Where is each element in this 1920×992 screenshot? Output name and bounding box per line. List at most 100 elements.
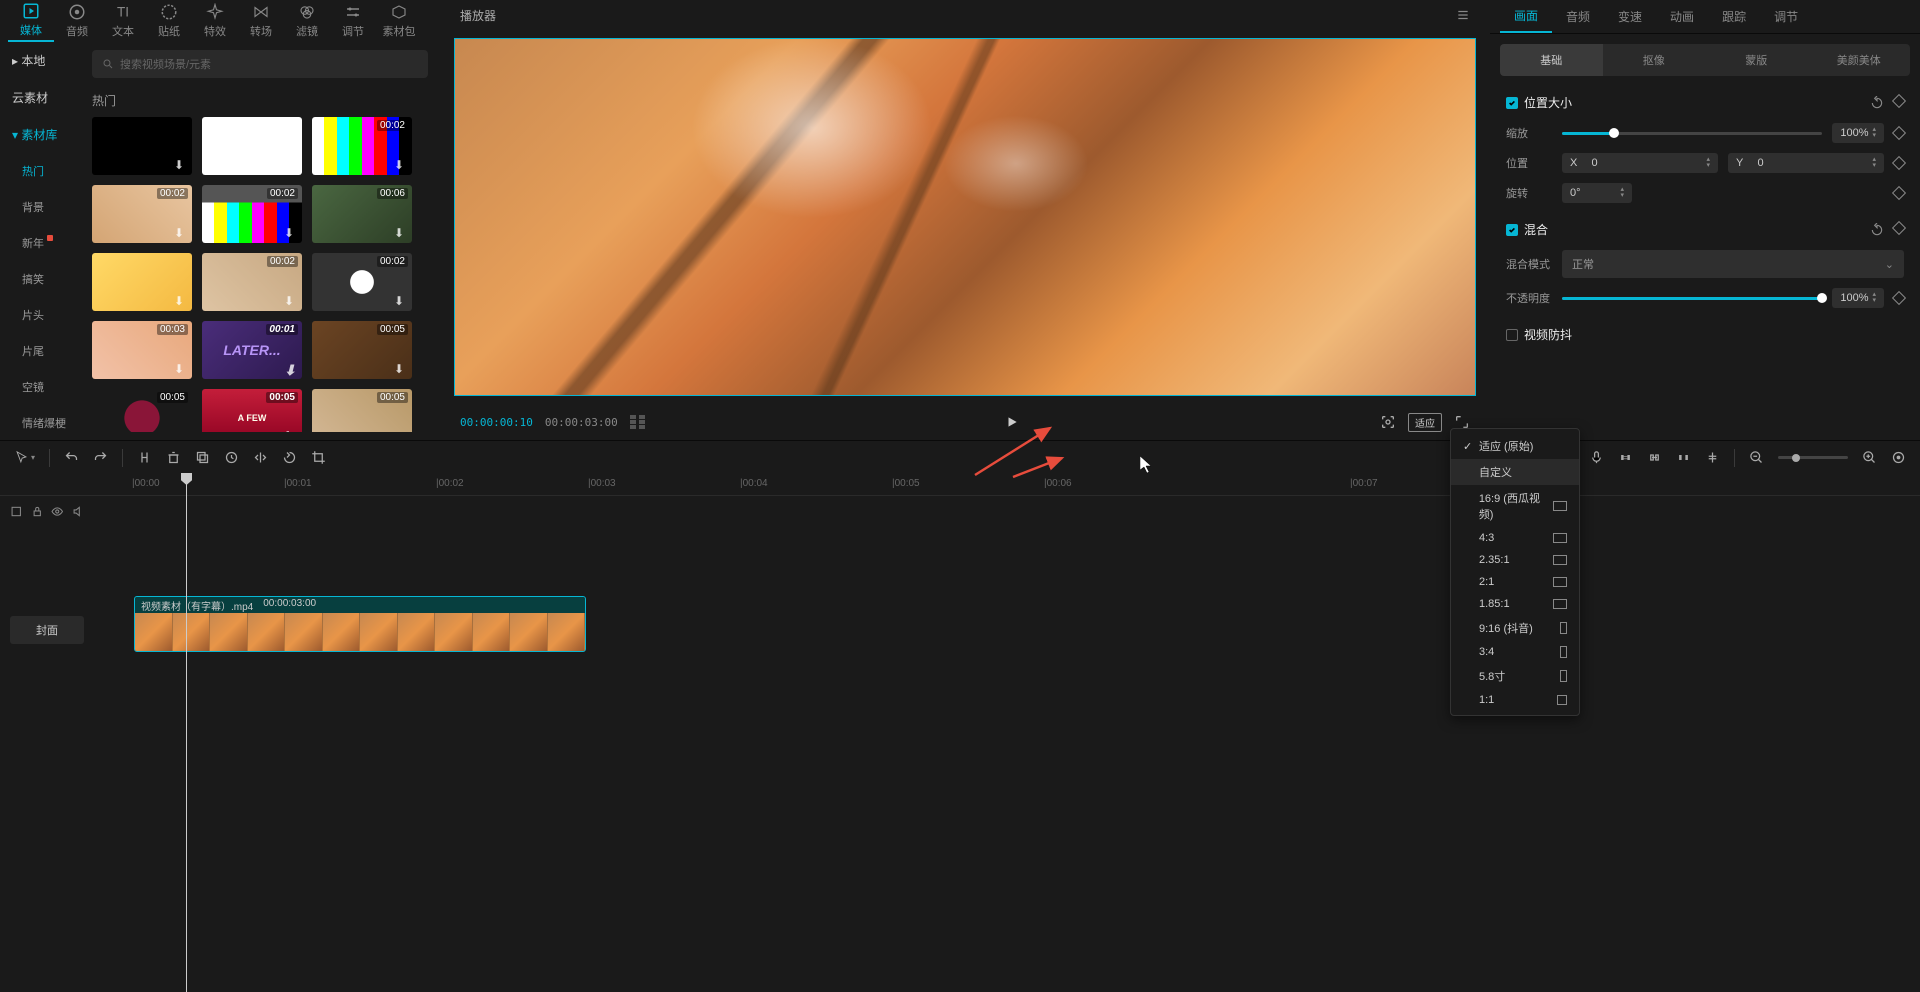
rotate-tool[interactable] xyxy=(282,450,297,465)
reset-icon[interactable] xyxy=(1870,223,1884,237)
blend-mode-select[interactable]: 正常⌄ xyxy=(1562,250,1904,278)
cat-broll[interactable]: 空镜 xyxy=(0,369,80,405)
pos-x-input[interactable]: X 0▴▾ xyxy=(1562,153,1718,173)
opacity-slider[interactable] xyxy=(1562,297,1822,300)
tile-black[interactable]: ⬇ xyxy=(92,117,192,175)
insp-tab-anim[interactable]: 动画 xyxy=(1656,0,1708,33)
cat-meme[interactable]: 情绪爆梗 xyxy=(0,405,80,440)
opacity-input[interactable]: 100%▴▾ xyxy=(1832,288,1884,308)
tile-4[interactable]: 00:02⬇ xyxy=(92,185,192,243)
mirror-tool[interactable] xyxy=(253,450,268,465)
tab-filter[interactable]: 滤镜 xyxy=(284,0,330,42)
playhead[interactable] xyxy=(186,474,187,992)
keyframe-icon[interactable] xyxy=(1892,93,1906,107)
tab-adjust[interactable]: 调节 xyxy=(330,0,376,42)
tab-effect[interactable]: 特效 xyxy=(192,0,238,42)
tile-5[interactable]: 00:02⬇ xyxy=(202,185,302,243)
aspect-fit[interactable]: ✓适应 (原始) xyxy=(1451,433,1579,459)
tile-6[interactable]: 00:06⬇ xyxy=(312,185,412,243)
copy-tool[interactable] xyxy=(195,450,210,465)
insp-tab-track[interactable]: 跟踪 xyxy=(1708,0,1760,33)
download-icon[interactable]: ⬇ xyxy=(174,158,188,172)
zoom-slider[interactable] xyxy=(1778,456,1848,459)
insp-tab-adjust[interactable]: 调节 xyxy=(1760,0,1812,33)
tile-13[interactable]: 00:05⬇ xyxy=(92,389,192,432)
aspect-custom[interactable]: 自定义 xyxy=(1451,459,1579,485)
collapse-icon[interactable] xyxy=(10,505,23,518)
cat-outro[interactable]: 片尾 xyxy=(0,333,80,369)
tab-sticker[interactable]: 贴纸 xyxy=(146,0,192,42)
cat-bg[interactable]: 背景 xyxy=(0,189,80,225)
tile-8[interactable]: 00:02⬇ xyxy=(202,253,302,311)
aspect-4-3[interactable]: 4:3 xyxy=(1451,527,1579,549)
play-button[interactable] xyxy=(657,415,1368,429)
split-tool[interactable] xyxy=(137,450,152,465)
tile-afew[interactable]: A FEW00:05⬇ xyxy=(202,389,302,432)
eye-icon[interactable] xyxy=(51,505,64,518)
delete-tool[interactable] xyxy=(166,450,181,465)
tile-colorbars[interactable]: 00:02⬇ xyxy=(312,117,412,175)
keyframe-icon[interactable] xyxy=(1892,291,1906,305)
align-tool[interactable] xyxy=(1705,450,1720,465)
insp-tab-video[interactable]: 画面 xyxy=(1500,0,1552,33)
crop-tool[interactable] xyxy=(311,450,326,465)
scale-slider[interactable] xyxy=(1562,132,1822,135)
aspect-185-1[interactable]: 1.85:1 xyxy=(1451,593,1579,615)
position-checkbox[interactable] xyxy=(1506,97,1518,109)
cat-hot[interactable]: 热门 xyxy=(0,153,80,189)
keyframe-icon[interactable] xyxy=(1892,156,1906,170)
tab-media[interactable]: 媒体 xyxy=(8,0,54,42)
tab-text[interactable]: TI文本 xyxy=(100,0,146,42)
cat-cloud[interactable]: 云素材 xyxy=(0,79,80,116)
insp-tab-speed[interactable]: 变速 xyxy=(1604,0,1656,33)
magnet-on[interactable] xyxy=(1618,450,1633,465)
aspect-3-4[interactable]: 3:4 xyxy=(1451,641,1579,663)
preview-on[interactable] xyxy=(1676,450,1691,465)
mic-button[interactable] xyxy=(1589,450,1604,465)
undo-button[interactable] xyxy=(64,450,79,465)
tile-later[interactable]: LATER...00:01⬇ xyxy=(202,321,302,379)
mute-icon[interactable] xyxy=(72,505,85,518)
tile-15[interactable]: 00:05⬇ xyxy=(312,389,412,432)
tile-10[interactable]: 00:03⬇ xyxy=(92,321,192,379)
subtab-cutout[interactable]: 抠像 xyxy=(1603,44,1706,76)
zoom-fit[interactable] xyxy=(1891,450,1906,465)
aspect-16-9[interactable]: 16:9 (西瓜视频) xyxy=(1451,485,1579,527)
keyframe-icon[interactable] xyxy=(1892,126,1906,140)
track-area[interactable]: 视频素材（有字幕）.mp400:00:03:00 xyxy=(94,496,1920,992)
insp-tab-audio[interactable]: 音频 xyxy=(1552,0,1604,33)
aspect-9-16[interactable]: 9:16 (抖音) xyxy=(1451,615,1579,641)
reset-icon[interactable] xyxy=(1870,96,1884,110)
tile-white[interactable]: ⬇ xyxy=(202,117,302,175)
tile-12[interactable]: 00:05⬇ xyxy=(312,321,412,379)
tab-transition[interactable]: 转场 xyxy=(238,0,284,42)
zoom-out[interactable] xyxy=(1749,450,1764,465)
aspect-2-1[interactable]: 2:1 xyxy=(1451,571,1579,593)
time-ruler[interactable]: |00:00 |00:01 |00:02 |00:03 |00:04 |00:0… xyxy=(0,474,1920,496)
aspect-1-1[interactable]: 1:1 xyxy=(1451,689,1579,711)
aspect-235-1[interactable]: 2.35:1 xyxy=(1451,549,1579,571)
search-input[interactable]: 搜索视频场景/元素 xyxy=(92,50,428,78)
aspect-58[interactable]: 5.8寸 xyxy=(1451,663,1579,689)
cat-library[interactable]: ▾ 素材库 xyxy=(0,116,80,153)
tile-9[interactable]: 00:02⬇ xyxy=(312,253,412,311)
cat-local[interactable]: ▸ 本地 xyxy=(0,42,80,79)
cover-button[interactable]: 封面 xyxy=(10,616,84,644)
keyframe-icon[interactable] xyxy=(1892,186,1906,200)
scale-input[interactable]: 100%▴▾ xyxy=(1832,123,1884,143)
preview-canvas[interactable] xyxy=(454,38,1476,396)
rotate-input[interactable]: 0°▴▾ xyxy=(1562,183,1632,203)
cat-newyear[interactable]: 新年 xyxy=(0,225,80,261)
link-on[interactable] xyxy=(1647,450,1662,465)
blend-checkbox[interactable] xyxy=(1506,224,1518,236)
tab-pack[interactable]: 素材包 xyxy=(376,0,422,42)
pointer-tool[interactable]: ▾ xyxy=(14,450,35,465)
subtab-mask[interactable]: 蒙版 xyxy=(1705,44,1808,76)
tab-audio[interactable]: 音频 xyxy=(54,0,100,42)
aspect-ratio-button[interactable]: 适应 xyxy=(1408,413,1442,432)
tile-7[interactable]: ⬇ xyxy=(92,253,192,311)
stabilize-checkbox[interactable] xyxy=(1506,329,1518,341)
viewport[interactable] xyxy=(446,30,1484,404)
lock-icon[interactable] xyxy=(31,505,44,518)
cat-intro[interactable]: 片头 xyxy=(0,297,80,333)
